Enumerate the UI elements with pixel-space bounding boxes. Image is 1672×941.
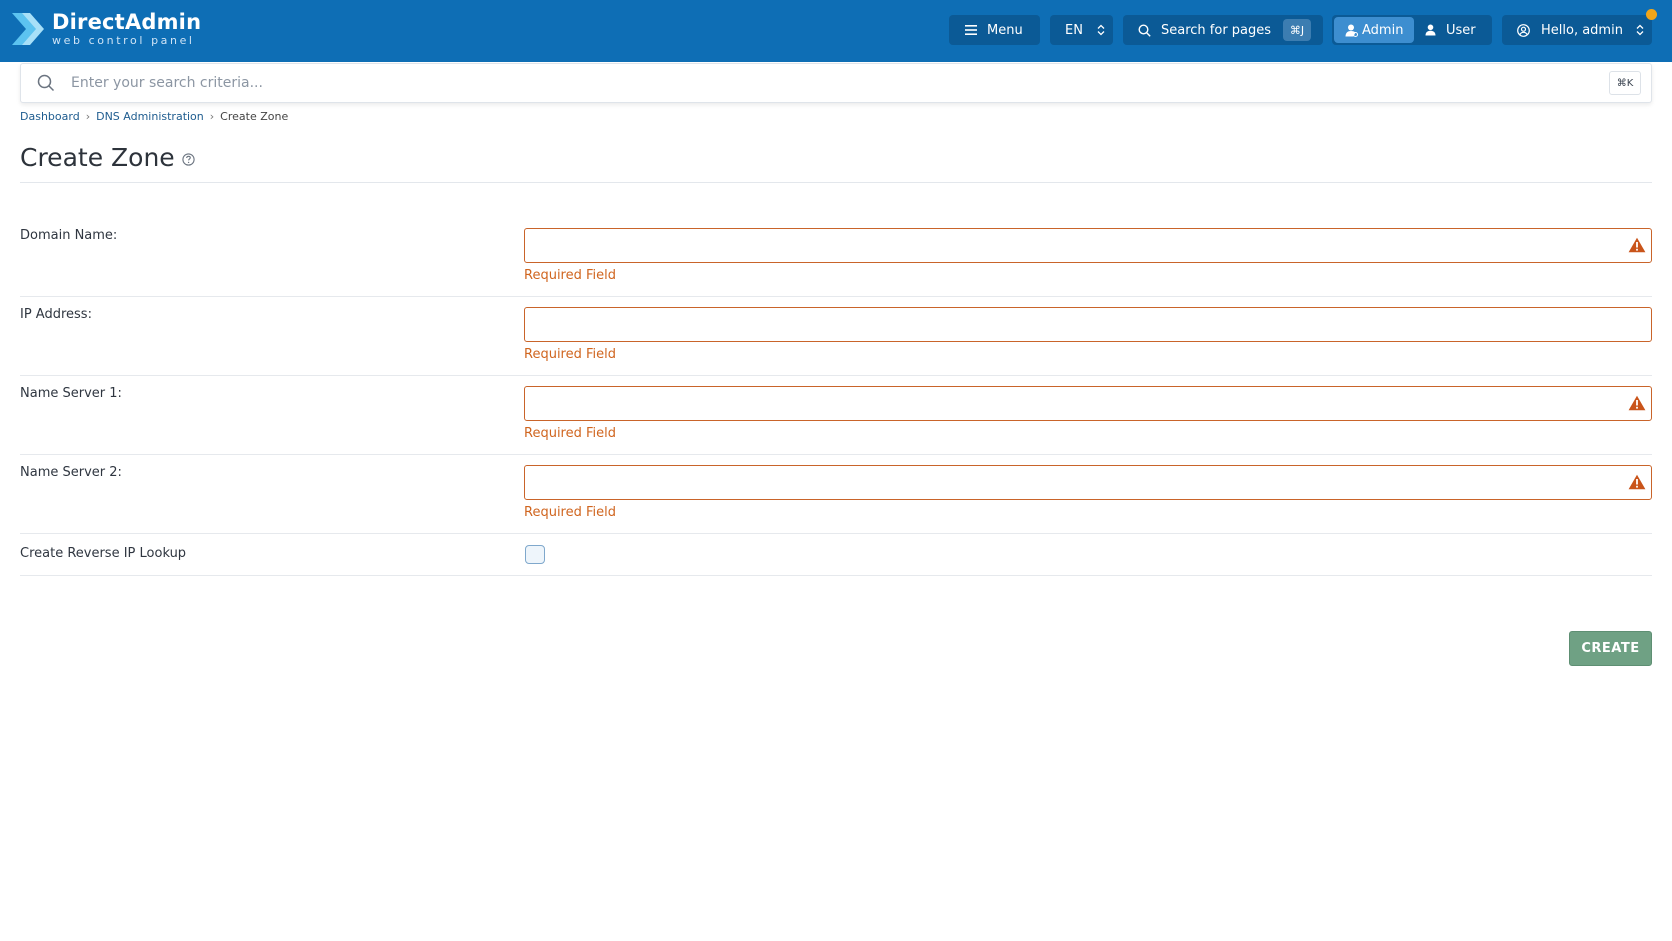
name-server-1-error: Required Field [524,426,616,441]
role-user-label: User [1446,22,1476,38]
form-row-name-server-1: Name Server 1: Required Field [20,386,1652,455]
ip-address-error: Required Field [524,347,616,362]
greeting-label: Hello, admin [1541,22,1623,38]
form-row-domain-name: Domain Name: Required Field [20,228,1652,297]
name-server-2-error: Required Field [524,505,616,520]
ip-address-field [524,307,1652,342]
brand-title: DirectAdmin [52,10,202,34]
breadcrumb-current: Create Zone [220,110,289,123]
form-row-ip-address: IP Address: Required Field [20,307,1652,376]
domain-name-label: Domain Name: [20,228,118,243]
breadcrumb-separator-icon: › [209,110,215,123]
domain-name-field [524,228,1652,263]
account-menu-button[interactable]: Hello, admin [1502,15,1652,45]
name-server-1-label: Name Server 1: [20,386,122,401]
language-label: EN [1065,22,1083,38]
warning-icon [1628,237,1646,253]
role-admin-button[interactable]: Admin [1334,17,1414,43]
reverse-lookup-checkbox[interactable] [525,545,545,564]
brand-subtitle: web control panel [52,34,195,47]
form-row-reverse-lookup: Create Reverse IP Lookup [20,544,1652,576]
ip-address-label: IP Address: [20,307,92,322]
language-select[interactable]: EN [1050,15,1113,45]
breadcrumb-separator-icon: › [85,110,91,123]
search-icon [1138,23,1151,37]
domain-name-input[interactable] [525,229,1651,262]
directadmin-logo-icon [12,13,44,45]
search-icon [37,74,55,92]
top-bar: DirectAdmin web control panel Menu EN Se… [0,0,1672,62]
brand-logo[interactable]: DirectAdmin web control panel [10,9,201,49]
page-search-shortcut: ⌘J [1283,19,1311,41]
name-server-2-field [524,465,1652,500]
name-server-2-input[interactable] [525,466,1651,499]
global-search-input[interactable] [71,72,1571,94]
ip-address-input[interactable] [525,308,1651,341]
role-switch: Admin User [1332,15,1492,45]
name-server-1-input[interactable] [525,387,1651,420]
user-icon [1425,24,1436,36]
account-circle-icon [1517,23,1530,37]
updown-chevron-icon [1636,24,1644,36]
create-button[interactable]: CREATE [1569,631,1652,666]
domain-name-error: Required Field [524,268,616,283]
name-server-2-label: Name Server 2: [20,465,122,480]
notification-dot[interactable] [1646,9,1657,20]
breadcrumb-dns-administration[interactable]: DNS Administration [96,110,204,123]
page-search-button[interactable]: Search for pages ⌘J [1123,15,1323,45]
role-user-button[interactable]: User [1416,17,1490,43]
form-row-name-server-2: Name Server 2: Required Field [20,465,1652,534]
title-divider [20,182,1652,183]
global-search-bar: ⌘K [20,63,1652,103]
breadcrumb: Dashboard › DNS Administration › Create … [20,110,288,123]
global-search-shortcut: ⌘K [1609,71,1641,95]
page-title: Create Zone [20,143,175,172]
page-search-label: Search for pages [1161,22,1272,38]
admin-user-icon [1345,24,1358,37]
warning-icon [1628,474,1646,490]
hamburger-icon [965,25,977,35]
name-server-1-field [524,386,1652,421]
breadcrumb-dashboard[interactable]: Dashboard [20,110,80,123]
help-icon[interactable] [182,153,195,166]
warning-icon [1628,395,1646,411]
role-admin-label: Admin [1362,22,1404,38]
page-title-wrap: Create Zone [20,143,195,172]
updown-chevron-icon [1097,24,1105,36]
reverse-lookup-label: Create Reverse IP Lookup [20,546,187,561]
menu-button[interactable]: Menu [949,15,1040,45]
menu-label: Menu [987,22,1023,38]
